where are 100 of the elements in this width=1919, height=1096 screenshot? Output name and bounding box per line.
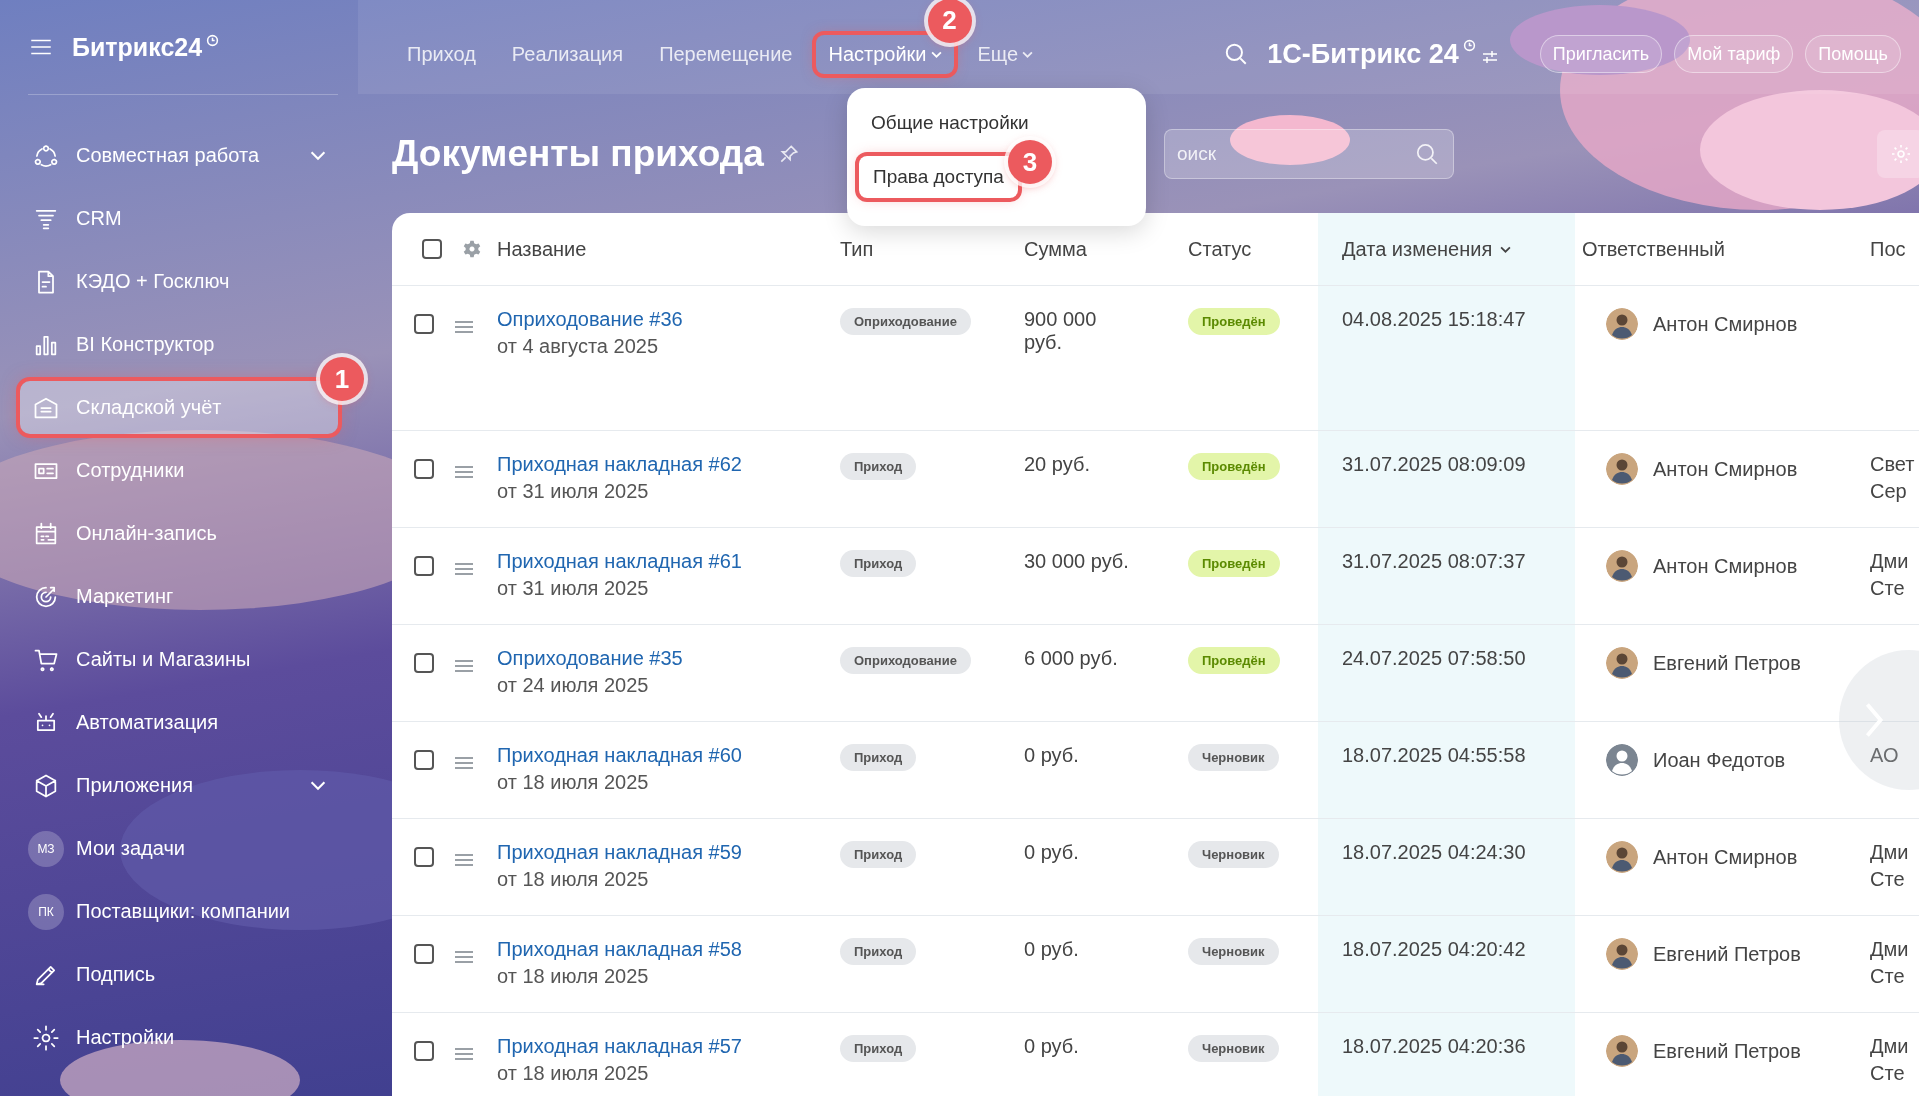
chevron-down-icon (310, 781, 326, 790)
responsible-name[interactable]: Иоан Федотов (1653, 748, 1786, 772)
drag-handle-icon[interactable] (454, 320, 474, 334)
type-tag: Приход (840, 938, 917, 965)
sidebar-item[interactable]: Подпись (20, 948, 338, 1001)
type-tag: Оприходование (840, 308, 971, 335)
type-tag: Приход (840, 550, 917, 577)
column-header[interactable]: Название (497, 237, 587, 261)
settings-button[interactable] (1877, 129, 1919, 178)
document-date: от 18 июля 2025 (497, 771, 649, 794)
table-text: Сте (1870, 868, 1905, 891)
amount: 0 руб. (1024, 841, 1079, 864)
document-link[interactable]: Оприходование #35 (497, 647, 683, 670)
amount: 0 руб. (1024, 938, 1079, 961)
clock-icon (1462, 38, 1476, 52)
drag-handle-icon[interactable] (454, 1047, 474, 1061)
column-header[interactable]: Сумма (1024, 237, 1087, 261)
responsible-name[interactable]: Антон Смирнов (1653, 457, 1798, 481)
sidebar-item[interactable]: Настройки (20, 1011, 338, 1064)
checkbox[interactable] (422, 239, 442, 259)
document-date: от 4 августа 2025 (497, 335, 658, 358)
document-link[interactable]: Приходная накладная #57 (497, 1035, 742, 1058)
amount: 900 000 руб. (1024, 308, 1098, 354)
checkbox[interactable] (414, 847, 434, 867)
amount: 0 руб. (1024, 744, 1079, 767)
sidebar-item[interactable]: Маркетинг (20, 570, 338, 623)
responsible-name[interactable]: Антон Смирнов (1653, 554, 1798, 578)
responsible-name[interactable]: Евгений Петров (1653, 942, 1801, 966)
document-link[interactable]: Приходная накладная #60 (497, 744, 742, 767)
drag-handle-icon[interactable] (454, 756, 474, 770)
type-tag: Приход (840, 1035, 917, 1062)
drag-handle-icon[interactable] (454, 659, 474, 673)
status-tag: Черновик (1188, 938, 1279, 965)
column-header[interactable]: Ответственный (1582, 237, 1725, 261)
document-link[interactable]: Оприходование #36 (497, 308, 683, 331)
checkbox[interactable] (414, 1041, 434, 1061)
drag-handle-icon[interactable] (454, 950, 474, 964)
column-header[interactable]: Статус (1188, 237, 1252, 261)
logo[interactable]: Битрикс24 (72, 32, 203, 62)
table-text: Дми (1870, 1035, 1909, 1058)
document-link[interactable]: Приходная накладная #59 (497, 841, 742, 864)
document-link[interactable]: Приходная накладная #62 (497, 453, 742, 476)
checkbox[interactable] (414, 750, 434, 770)
table-text: Свет (1870, 453, 1915, 476)
amount: 0 руб. (1024, 1035, 1079, 1058)
checkbox[interactable] (414, 944, 434, 964)
status-tag: Черновик (1188, 841, 1279, 868)
table-text: Сер (1870, 480, 1907, 503)
modified-date: 31.07.2025 08:07:37 (1342, 550, 1526, 573)
document-date: от 18 июля 2025 (497, 965, 649, 988)
checkbox[interactable] (414, 556, 434, 576)
sort-caret-icon (1500, 245, 1512, 253)
clock-icon (206, 34, 220, 47)
drag-handle-icon[interactable] (454, 465, 474, 479)
document-date: от 18 июля 2025 (497, 868, 649, 891)
chevron-down-icon (310, 151, 326, 160)
drag-handle-icon[interactable] (454, 853, 474, 867)
document-link[interactable]: Приходная накладная #58 (497, 938, 742, 961)
modified-date: 18.07.2025 04:20:36 (1342, 1035, 1526, 1058)
document-date: от 18 июля 2025 (497, 1062, 649, 1085)
table-text: Дми (1870, 550, 1909, 573)
document-date: от 31 июля 2025 (497, 577, 649, 600)
responsible-name[interactable]: Антон Смирнов (1653, 312, 1798, 336)
sidebar-item[interactable]: Приложения (20, 759, 338, 812)
table-text: АО (1870, 744, 1899, 767)
sidebar-item[interactable]: Автоматизация (20, 696, 338, 749)
status-tag: Проведён (1188, 647, 1280, 674)
type-tag: Приход (840, 453, 917, 480)
sidebar-item[interactable]: Совместная работа (20, 129, 338, 182)
menu-item[interactable]: Общие настройки (861, 106, 1039, 140)
status-tag: Проведён (1188, 308, 1280, 335)
type-tag: Приход (840, 744, 917, 771)
type-tag: Приход (840, 841, 917, 868)
sidebar-item[interactable]: КЭДО + Госключ (20, 255, 338, 308)
responsible-name[interactable]: Антон Смирнов (1653, 845, 1798, 869)
page-title: Документы прихода (392, 132, 764, 175)
document-link[interactable]: Приходная накладная #61 (497, 550, 742, 573)
status-tag: Черновик (1188, 744, 1279, 771)
gear-icon (32, 1023, 60, 1052)
sidebar-item[interactable]: CRM (20, 192, 338, 245)
checkbox[interactable] (414, 459, 434, 479)
sidebar-item[interactable]: ПК Поставщики: компании (20, 885, 338, 938)
sidebar-item[interactable]: МЗ Мои задачи (20, 822, 338, 875)
modified-date: 31.07.2025 08:09:09 (1342, 453, 1526, 476)
responsible-name[interactable]: Евгений Петров (1653, 1039, 1801, 1063)
checkbox[interactable] (414, 653, 434, 673)
type-tag: Оприходование (840, 647, 971, 674)
responsible-name[interactable]: Евгений Петров (1653, 651, 1801, 675)
status-tag: Черновик (1188, 1035, 1279, 1062)
column-header[interactable]: Пос (1870, 237, 1906, 261)
modified-date: 18.07.2025 04:24:30 (1342, 841, 1526, 864)
sidebar-item[interactable]: Сайты и Магазины (20, 633, 338, 686)
column-header[interactable]: Тип (840, 237, 874, 261)
modified-date: 04.08.2025 15:18:47 (1342, 308, 1526, 331)
checkbox[interactable] (414, 314, 434, 334)
status-tag: Проведён (1188, 453, 1280, 480)
modified-date: 18.07.2025 04:55:58 (1342, 744, 1526, 767)
gear-icon[interactable] (462, 239, 482, 259)
drag-handle-icon[interactable] (454, 562, 474, 576)
document-date: от 31 июля 2025 (497, 480, 649, 503)
